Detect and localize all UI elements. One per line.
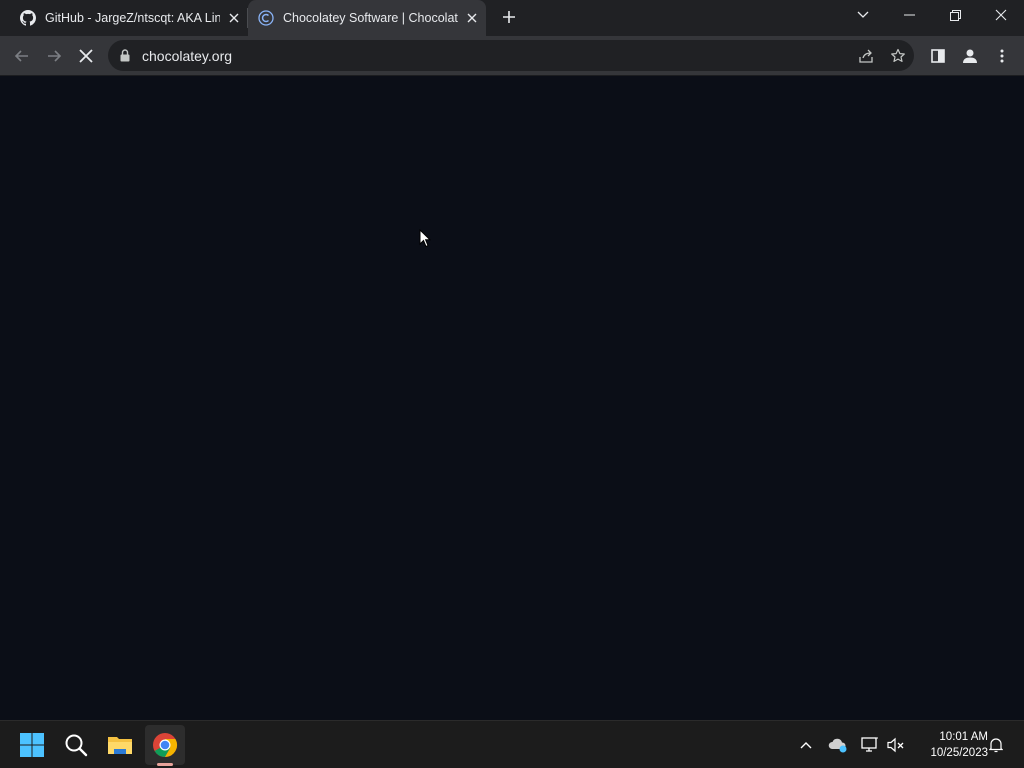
taskbar: 10:01 AM 10/25/2023	[0, 720, 1024, 768]
volume-button[interactable]	[884, 733, 908, 757]
side-panel-icon	[931, 49, 945, 63]
mouse-cursor-icon	[419, 229, 431, 248]
page-viewport[interactable]	[0, 77, 1024, 720]
arrow-right-icon	[48, 50, 62, 62]
lock-icon[interactable]	[120, 49, 130, 62]
address-bar[interactable]: chocolatey.org	[108, 40, 914, 71]
close-tab-icon[interactable]	[224, 8, 244, 28]
restore-icon	[949, 9, 961, 21]
clock[interactable]: 10:01 AM 10/25/2023	[912, 729, 988, 761]
tab-chocolatey[interactable]: Chocolatey Software | Chocolatey	[248, 0, 486, 36]
network-button[interactable]	[858, 733, 882, 757]
clock-date: 10/25/2023	[930, 747, 988, 759]
bookmark-button[interactable]	[888, 46, 908, 66]
notification-icon	[989, 738, 1003, 753]
file-explorer-icon	[108, 737, 132, 754]
profile-icon	[963, 49, 977, 63]
browser-toolbar: chocolatey.org	[0, 36, 1024, 76]
arrow-left-icon	[14, 50, 28, 62]
menu-button[interactable]	[988, 42, 1016, 70]
tab-github[interactable]: GitHub - JargeZ/ntscqt: AKA Line	[12, 0, 246, 36]
share-button[interactable]	[856, 46, 876, 66]
chrome-icon	[153, 733, 178, 757]
notifications-button[interactable]	[984, 733, 1008, 757]
forward-button[interactable]	[40, 42, 68, 70]
onedrive-button[interactable]	[826, 733, 850, 757]
star-icon	[891, 48, 905, 62]
volume-muted-icon	[887, 737, 904, 753]
restore-button[interactable]	[932, 0, 978, 30]
tab-search-button[interactable]	[840, 0, 886, 30]
onedrive-icon	[828, 738, 847, 753]
profile-button[interactable]	[956, 42, 984, 70]
search-icon	[65, 734, 88, 757]
url-text[interactable]: chocolatey.org	[142, 48, 232, 64]
minimize-button[interactable]	[886, 0, 932, 30]
close-icon	[995, 9, 1007, 21]
running-indicator	[157, 763, 173, 766]
plus-icon	[503, 11, 515, 23]
close-window-button[interactable]	[978, 0, 1024, 30]
new-tab-button[interactable]	[498, 6, 520, 28]
share-icon	[859, 49, 873, 63]
tab-title: GitHub - JargeZ/ntscqt: AKA Line	[45, 11, 220, 25]
tab-strip: GitHub - JargeZ/ntscqt: AKA Line Chocola…	[0, 0, 1024, 36]
more-vert-icon	[1000, 49, 1004, 63]
minimize-icon	[903, 14, 915, 16]
chevron-down-icon	[857, 11, 869, 18]
chrome-taskbar-button[interactable]	[145, 725, 185, 765]
tab-title: Chocolatey Software | Chocolatey	[283, 11, 458, 25]
github-icon	[20, 10, 36, 26]
chevron-up-icon	[800, 742, 812, 749]
start-button[interactable]	[12, 725, 52, 765]
stop-icon	[79, 49, 93, 63]
back-button[interactable]	[8, 42, 36, 70]
start-icon	[20, 733, 44, 757]
clock-time: 10:01 AM	[939, 731, 988, 743]
close-tab-icon[interactable]	[462, 8, 482, 28]
chocolatey-icon	[258, 10, 274, 26]
show-hidden-icons-button[interactable]	[794, 733, 818, 757]
stop-loading-button[interactable]	[72, 42, 100, 70]
search-button[interactable]	[56, 725, 96, 765]
network-icon	[861, 737, 878, 752]
file-explorer-button[interactable]	[100, 725, 140, 765]
side-panel-button[interactable]	[924, 42, 952, 70]
